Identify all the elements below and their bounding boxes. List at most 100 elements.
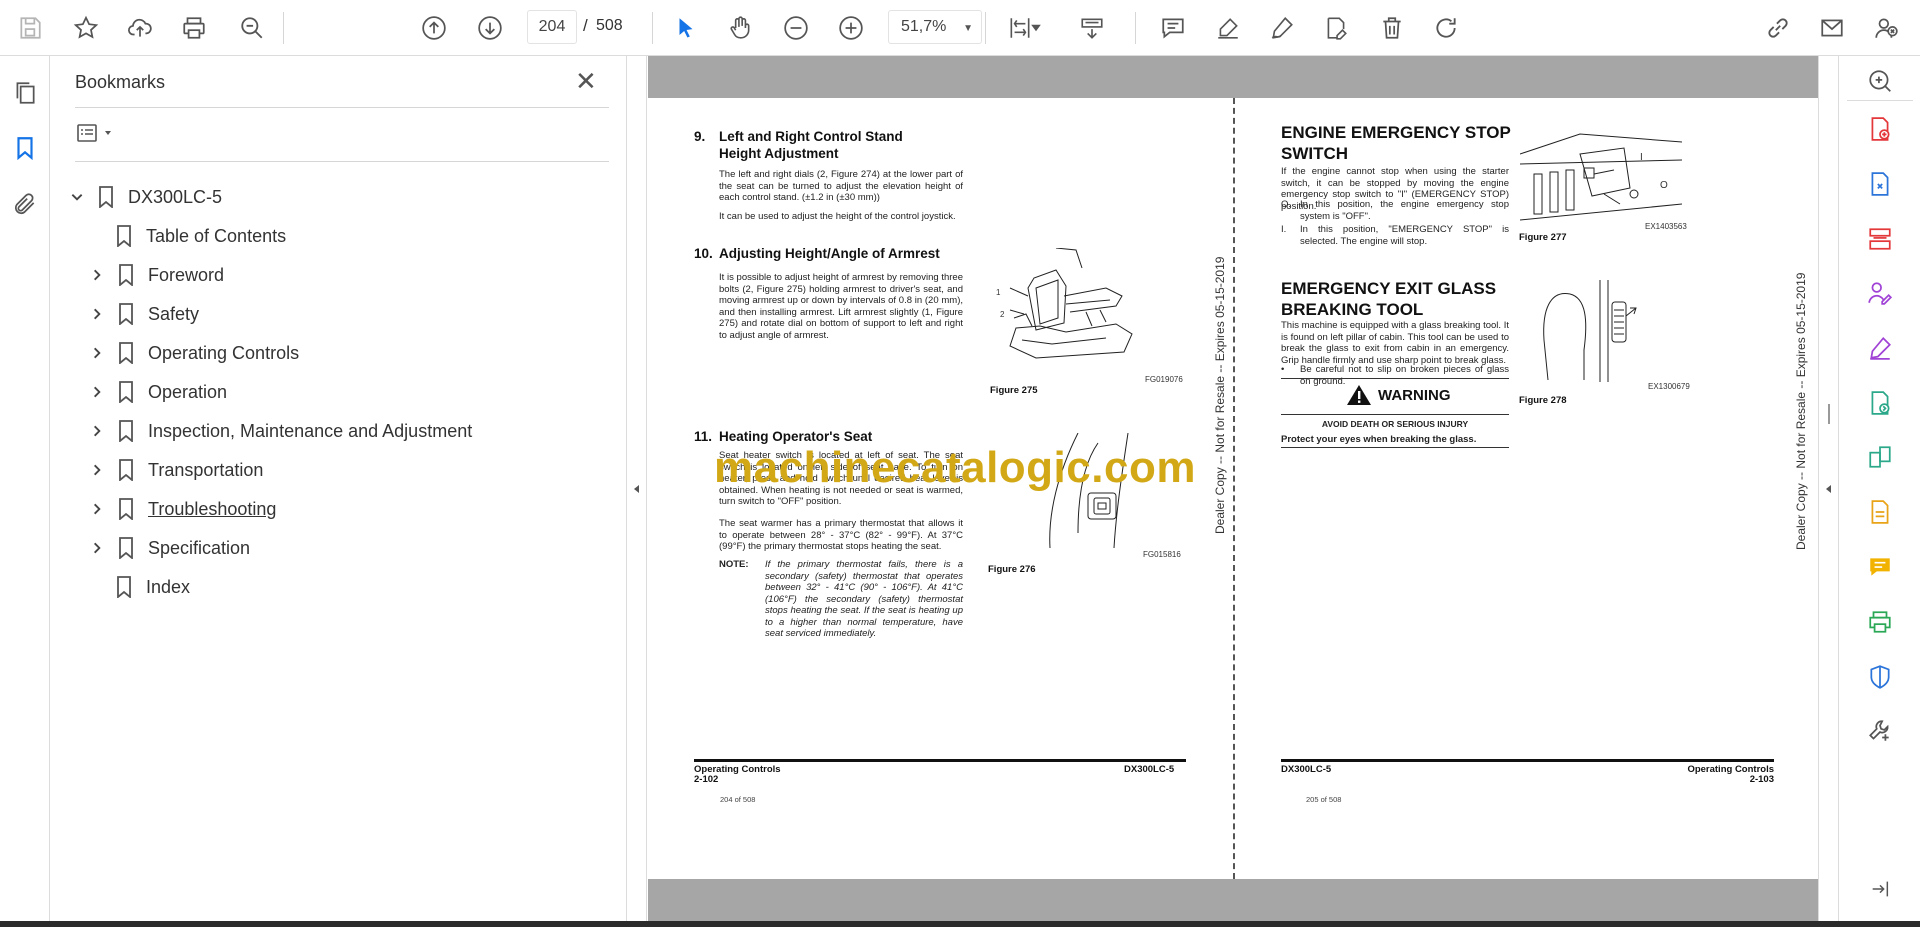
- bookmark-item-foreword[interactable]: Foreword: [88, 260, 224, 290]
- share-link-icon[interactable]: [1762, 12, 1794, 44]
- chevron-left-icon: [1825, 484, 1831, 493]
- page-separator: /: [583, 16, 588, 35]
- rotate-icon[interactable]: [1430, 12, 1462, 44]
- chevron-down-icon: ▼: [963, 23, 973, 34]
- watermark-text: machinecatalogic.com: [714, 443, 1196, 492]
- highlight-icon[interactable]: [1212, 12, 1244, 44]
- compare-files-icon[interactable]: [1865, 442, 1895, 472]
- comment-tool-icon[interactable]: [1865, 552, 1895, 582]
- chevron-down-icon[interactable]: [1028, 12, 1044, 44]
- hand-tool-icon[interactable]: [724, 12, 756, 44]
- bookmark-item-table-of-contents[interactable]: Table of Contents: [116, 221, 286, 251]
- search-zoom-icon[interactable]: [1865, 66, 1895, 96]
- bookmarks-panel: Bookmarks ✕ DX300LC-5 Table of Contents …: [50, 56, 627, 921]
- figure-callout: O: [1660, 180, 1668, 191]
- chevron-right-icon[interactable]: [88, 266, 106, 284]
- warning-text: Protect your eyes when breaking the glas…: [1281, 434, 1477, 445]
- paragraph: This machine is equipped with a glass br…: [1281, 320, 1509, 366]
- bookmark-item-troubleshooting[interactable]: Troubleshooting: [88, 494, 276, 524]
- next-page-icon[interactable]: [474, 12, 506, 44]
- figure-caption: Figure 276: [988, 564, 1036, 575]
- find-zoom-icon[interactable]: [236, 12, 268, 44]
- bookmark-item-dx300lc5[interactable]: DX300LC-5: [68, 182, 222, 212]
- chevron-right-icon[interactable]: [88, 500, 106, 518]
- more-tools-icon[interactable]: [1865, 716, 1895, 746]
- chevron-right-icon[interactable]: [88, 422, 106, 440]
- comment-icon[interactable]: [1157, 12, 1189, 44]
- bookmarks-icon[interactable]: [10, 133, 40, 163]
- chevron-down-icon[interactable]: [68, 188, 86, 206]
- bookmark-item-inspection-maintenance[interactable]: Inspection, Maintenance and Adjustment: [88, 416, 472, 446]
- figure-code: EX1300679: [1648, 382, 1690, 391]
- attachments-icon[interactable]: [10, 189, 40, 219]
- warning-subtitle: AVOID DEATH OR SERIOUS INJURY: [1321, 419, 1469, 429]
- save-icon[interactable]: [14, 12, 46, 44]
- bookmark-options-button[interactable]: [75, 120, 123, 146]
- bookmark-icon: [118, 342, 134, 364]
- bullet-text: Be careful not to slip on broken pieces …: [1300, 364, 1509, 387]
- page-thumbnails-icon[interactable]: [10, 78, 40, 108]
- close-icon[interactable]: ✕: [575, 68, 597, 94]
- figure-callout: 1: [996, 288, 1001, 297]
- footer-page-number: 2-102: [694, 774, 719, 785]
- bookmarks-title: Bookmarks: [75, 72, 166, 92]
- figure-277-emergency-stop-image: [1520, 133, 1682, 221]
- warning-label: WARNING: [1378, 387, 1451, 404]
- pdf-page-205: ENGINE EMERGENCY STOP SWITCH If the engi…: [1236, 98, 1818, 879]
- figure-caption: Figure 277: [1519, 232, 1567, 243]
- create-pdf-icon[interactable]: [1865, 114, 1895, 144]
- bookmark-item-operation[interactable]: Operation: [88, 377, 227, 407]
- bookmark-item-transportation[interactable]: Transportation: [88, 455, 263, 485]
- protect-shield-icon[interactable]: [1865, 662, 1895, 692]
- chevron-right-icon[interactable]: [88, 461, 106, 479]
- zoom-in-icon[interactable]: [835, 12, 867, 44]
- chevron-right-icon[interactable]: [88, 305, 106, 323]
- account-icon[interactable]: [1870, 12, 1902, 44]
- bookmark-item-safety[interactable]: Safety: [88, 299, 199, 329]
- request-signature-icon[interactable]: [1865, 278, 1895, 308]
- print-icon[interactable]: [178, 12, 210, 44]
- print-production-icon[interactable]: [1865, 607, 1895, 637]
- edit-text-icon[interactable]: [1320, 12, 1352, 44]
- select-cursor-icon[interactable]: [670, 12, 702, 44]
- list-marker: O.: [1281, 199, 1292, 210]
- fill-sign-icon[interactable]: [1865, 333, 1895, 363]
- bookmark-item-index[interactable]: Index: [116, 572, 190, 602]
- figure-callout: I: [1640, 152, 1643, 163]
- chevron-right-icon[interactable]: [88, 383, 106, 401]
- prepare-form-icon[interactable]: [1865, 497, 1895, 527]
- bookmark-item-specification[interactable]: Specification: [88, 533, 250, 563]
- export-pdf-icon[interactable]: [1865, 169, 1895, 199]
- star-icon[interactable]: [70, 12, 102, 44]
- prev-page-icon[interactable]: [418, 12, 450, 44]
- section-number: 11.: [694, 429, 713, 444]
- collapse-tools-button[interactable]: [1818, 56, 1838, 921]
- zoom-level-select[interactable]: 51,7% ▼: [888, 10, 982, 44]
- chevron-right-icon[interactable]: [88, 539, 106, 557]
- collapse-right-panel-icon[interactable]: [1865, 874, 1895, 904]
- footer-model: DX300LC-5: [1281, 764, 1332, 775]
- bookmark-item-operating-controls[interactable]: Operating Controls: [88, 338, 299, 368]
- upload-cloud-icon[interactable]: [124, 12, 156, 44]
- page-number-input[interactable]: [527, 10, 577, 44]
- bookmark-icon: [118, 264, 134, 286]
- note-text: If the primary thermostat fails, there i…: [765, 559, 963, 639]
- note-label: NOTE:: [719, 559, 749, 570]
- section-number: 9.: [694, 129, 706, 144]
- zoom-out-icon[interactable]: [780, 12, 812, 44]
- email-icon[interactable]: [1816, 12, 1848, 44]
- bookmark-label: Specification: [148, 537, 251, 558]
- chevron-right-icon[interactable]: [88, 344, 106, 362]
- delete-icon[interactable]: [1376, 12, 1408, 44]
- paragraph: It is possible to adjust height of armre…: [719, 272, 963, 341]
- send-for-review-icon[interactable]: [1865, 388, 1895, 418]
- bookmark-icon: [118, 381, 134, 403]
- bookmark-icon: [118, 459, 134, 481]
- scroll-mode-icon[interactable]: [1076, 12, 1108, 44]
- organize-pages-icon[interactable]: [1865, 224, 1895, 254]
- scrollbar-thumb[interactable]: [1828, 404, 1830, 424]
- bookmark-icon: [116, 225, 132, 247]
- section-heading: Left and Right Control Stand Height Adju…: [719, 129, 903, 161]
- draw-pen-icon[interactable]: [1266, 12, 1298, 44]
- collapse-panel-button[interactable]: [627, 56, 647, 921]
